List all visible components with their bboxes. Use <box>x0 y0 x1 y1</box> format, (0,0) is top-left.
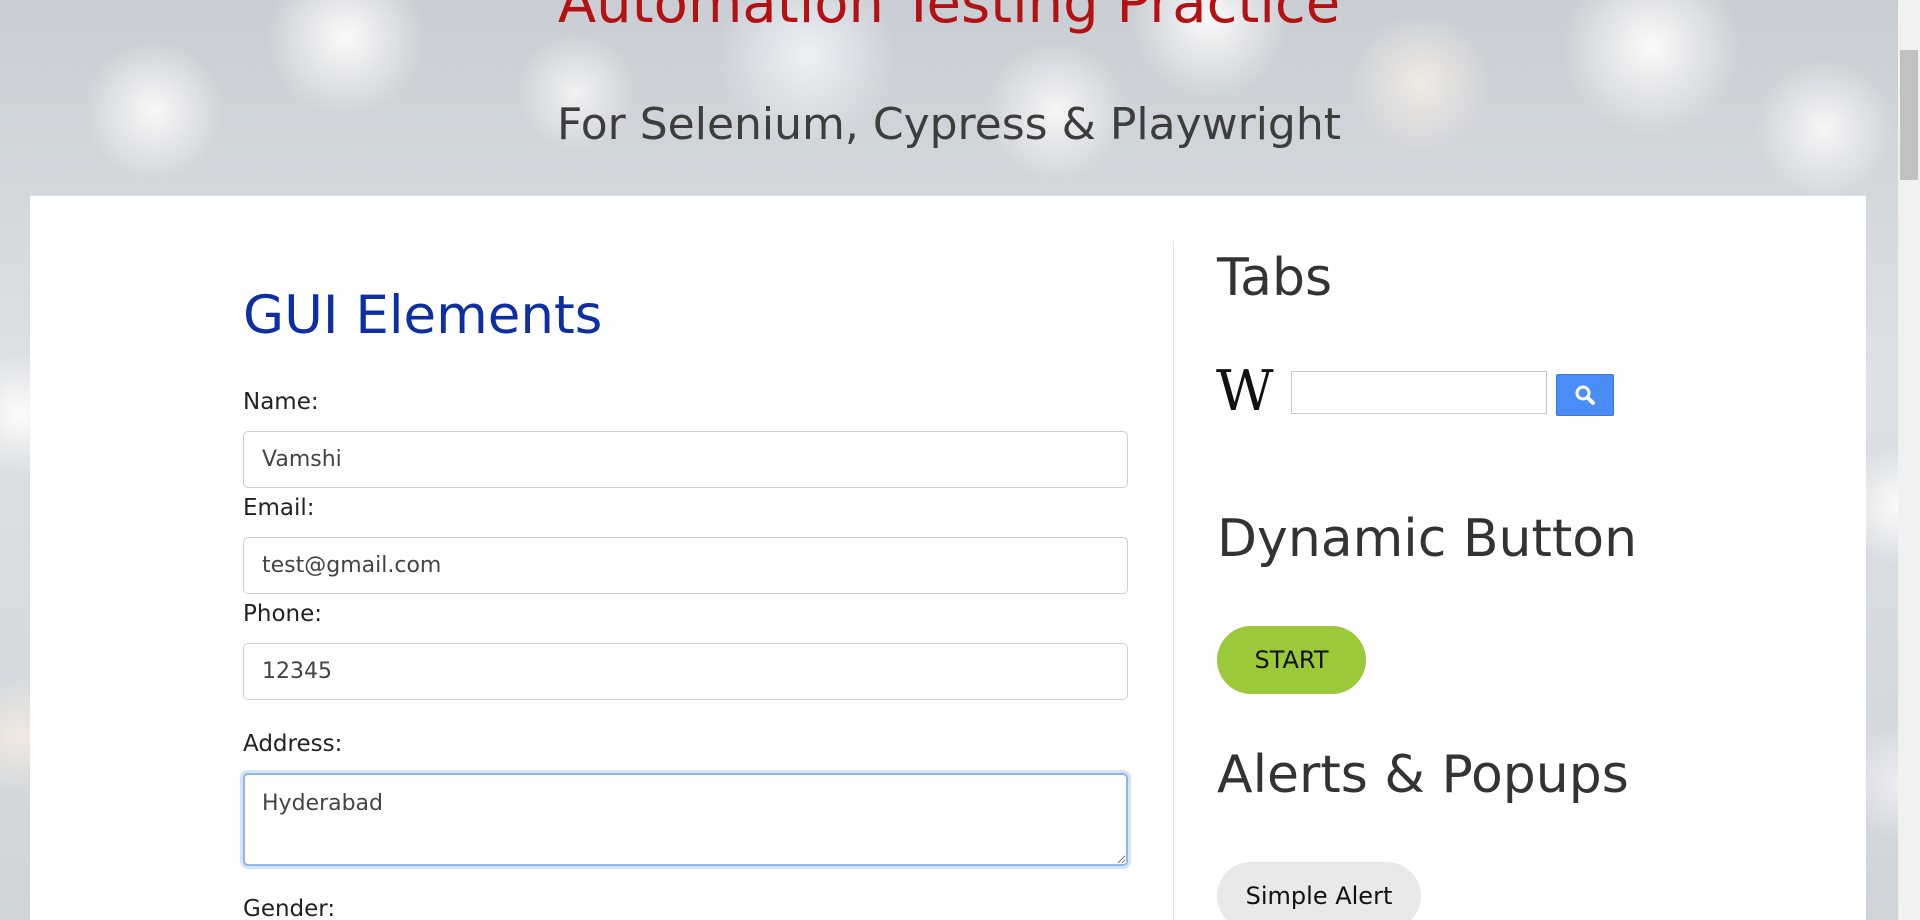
wikipedia-search-input[interactable] <box>1291 371 1547 414</box>
simple-alert-button[interactable]: Simple Alert <box>1217 862 1421 920</box>
scrollbar-thumb[interactable] <box>1900 50 1918 180</box>
email-input[interactable] <box>243 537 1128 594</box>
address-label: Address: <box>243 731 343 757</box>
name-input[interactable] <box>243 431 1128 488</box>
email-label: Email: <box>243 495 315 521</box>
column-divider <box>1173 241 1174 920</box>
tabs-title: Tabs <box>1217 248 1333 308</box>
wikipedia-logo-icon: W <box>1216 359 1274 424</box>
phone-input[interactable] <box>243 643 1128 700</box>
alerts-popups-title: Alerts & Popups <box>1217 745 1629 805</box>
wikipedia-search-button[interactable] <box>1556 374 1614 416</box>
gui-elements-title: GUI Elements <box>243 285 603 346</box>
address-textarea[interactable]: Hyderabad <box>243 773 1128 866</box>
gender-label: Gender: <box>243 896 336 920</box>
search-icon <box>1575 385 1595 405</box>
phone-label: Phone: <box>243 601 322 627</box>
start-button[interactable]: START <box>1217 626 1366 694</box>
dynamic-button-title: Dynamic Button <box>1217 509 1638 569</box>
page-subtitle: For Selenium, Cypress & Playwright <box>556 99 1341 150</box>
page-title: Automation Testing Practice <box>557 0 1341 36</box>
name-label: Name: <box>243 389 319 415</box>
